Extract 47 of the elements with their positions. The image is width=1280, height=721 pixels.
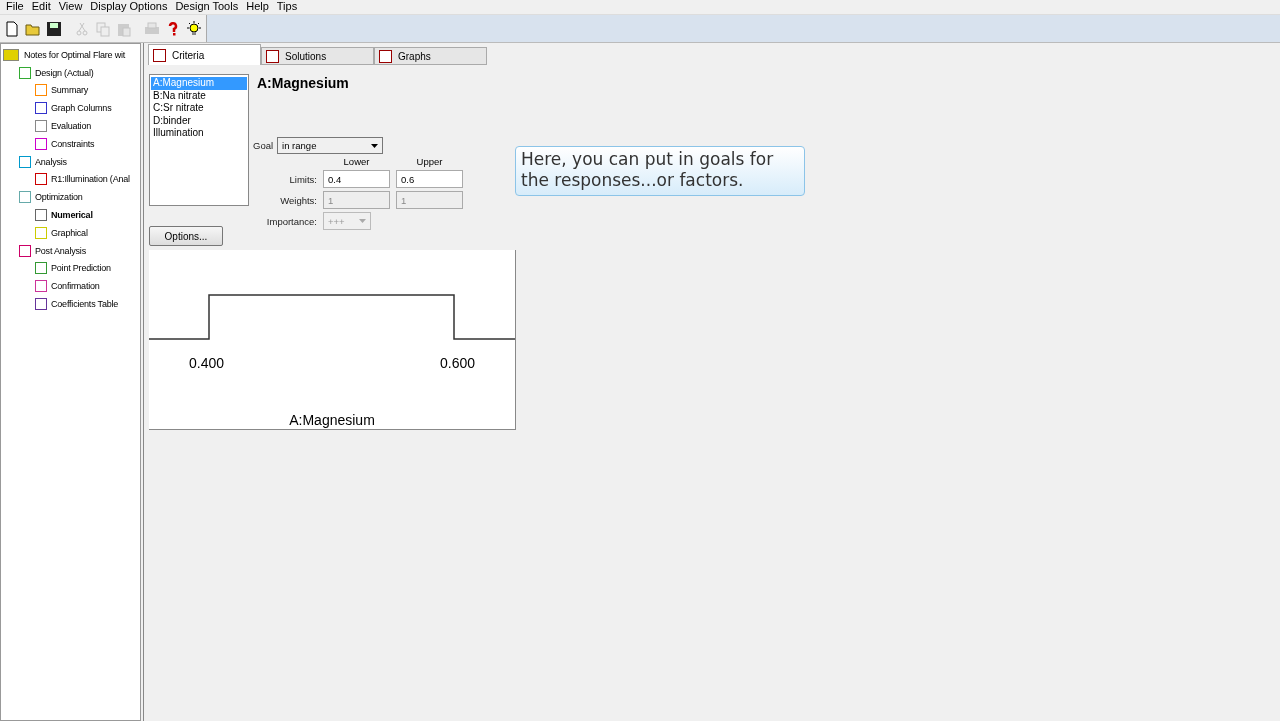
heading: A:Magnesium xyxy=(257,75,350,91)
menu-item[interactable]: Display Options xyxy=(86,0,172,14)
axis-title: A:Magnesium xyxy=(288,412,376,429)
field-label: Limits: xyxy=(288,173,317,185)
tree-item[interactable]: Optimization xyxy=(34,192,84,203)
tree-item[interactable]: Notes for Optimal Flare wit xyxy=(23,49,127,60)
input-field[interactable]: 0.6 xyxy=(396,170,463,188)
axis-label: 0.600 xyxy=(439,355,475,371)
tab[interactable]: Criteria xyxy=(148,44,261,65)
tree-item[interactable]: Evaluation xyxy=(50,121,93,132)
tree-item[interactable]: Confirmation xyxy=(50,281,101,292)
tree-item[interactable]: Graph Columns xyxy=(50,103,113,114)
caret-icon xyxy=(359,219,366,223)
tree-item[interactable]: Analysis xyxy=(34,156,68,167)
menu-item[interactable]: Design Tools xyxy=(171,0,243,14)
column-header: Lower xyxy=(342,156,371,167)
tab[interactable]: Solutions xyxy=(261,47,374,65)
field-label: Importance: xyxy=(265,215,317,227)
menu-item[interactable]: Tips xyxy=(272,0,302,14)
tree-item[interactable]: Post Analysis xyxy=(34,245,87,256)
tree-item[interactable]: Numerical xyxy=(50,210,94,221)
list-item[interactable]: B:Na nitrate xyxy=(151,89,247,102)
list-item[interactable]: Illumination xyxy=(151,127,247,140)
tree-item[interactable]: Coefficients Table xyxy=(50,299,120,310)
folder-icon xyxy=(3,48,19,61)
caret-icon xyxy=(371,143,379,148)
tree-item[interactable]: Graphical xyxy=(50,227,89,238)
axis-label: 0.400 xyxy=(189,355,225,371)
menu-item[interactable]: File xyxy=(2,0,28,14)
tree-item[interactable]: Design (Actual) xyxy=(34,67,95,78)
column-header: Upper xyxy=(415,156,444,167)
field-label: Goal xyxy=(253,140,274,151)
tree-item[interactable]: Summary xyxy=(50,85,90,96)
tree-item[interactable]: R1:Illumination (Anal xyxy=(50,174,131,185)
tree-item[interactable]: Point Prediction xyxy=(50,263,112,274)
tree-item[interactable]: Constraints xyxy=(50,138,96,149)
input-field[interactable]: 0.4 xyxy=(323,170,390,188)
list-item[interactable]: C:Sr nitrate xyxy=(151,102,247,115)
options-button[interactable]: Options... xyxy=(149,226,223,246)
menu-item[interactable]: Help xyxy=(242,0,273,14)
field-label: Weights: xyxy=(279,194,317,206)
list-item[interactable]: D:binder xyxy=(151,114,247,127)
menu-item[interactable]: Edit xyxy=(27,0,55,14)
callout-bubble: Here, you can put in goals for the responses...or factors. xyxy=(515,146,805,196)
goal-dropdown[interactable]: in range xyxy=(277,137,384,154)
menu-item[interactable]: View xyxy=(54,0,87,14)
tab[interactable]: Graphs xyxy=(374,47,487,65)
